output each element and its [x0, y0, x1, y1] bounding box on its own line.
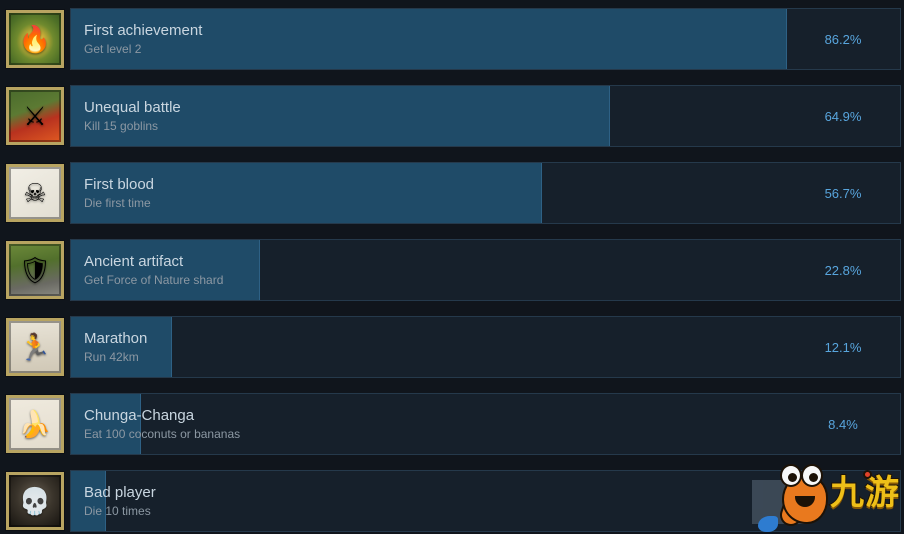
achievement-icon-cell: ☠ — [0, 154, 70, 231]
achievement-progress-fill — [71, 316, 172, 377]
achievement-percent-cell: 56.7% — [786, 163, 900, 225]
achievement-icon-glyph: 🏃 — [18, 331, 52, 362]
achievement-icon-art: 🍌 — [9, 397, 61, 450]
achievement-row[interactable]: 💀 Bad player Die 10 times — [0, 462, 904, 534]
achievement-progress-fill — [71, 162, 543, 223]
achievement-percent-cell: 64.9% — [786, 86, 900, 148]
achievement-progress-cell: Unequal battle Kill 15 goblins 64.9% — [70, 77, 904, 154]
achievement-progress-track: Unequal battle Kill 15 goblins 64.9% — [70, 84, 901, 148]
achievement-progress-fill — [71, 8, 788, 69]
achievement-row[interactable]: ⚔ Unequal battle Kill 15 goblins 64.9% — [0, 77, 904, 154]
achievement-row[interactable]: 🛡 Ancient artifact Get Force of Nature sha… — [0, 231, 904, 308]
achievement-percent-cell: 12.1% — [786, 317, 900, 379]
achievement-row[interactable]: 🔥 First achievement Get level 2 86.2% — [0, 0, 904, 77]
achievement-percent-value: 12.1% — [824, 340, 862, 355]
banana-coconut-icon: 🍌 — [6, 394, 64, 453]
achievement-percent-cell: 8.4% — [786, 394, 900, 456]
achievement-icon-art: ⚔ — [9, 89, 61, 142]
achievement-progress-fill — [71, 393, 141, 454]
crossed-bones-icon: ☠ — [6, 163, 64, 222]
achievement-icon-art: ☠ — [9, 166, 61, 219]
campfire-icon: 🔥 — [6, 9, 64, 68]
achievement-icon-cell: ⚔ — [0, 77, 70, 154]
achievement-row[interactable]: 🏃 Marathon Run 42km 12.1% — [0, 308, 904, 385]
achievement-progress-cell: Marathon Run 42km 12.1% — [70, 308, 904, 385]
achievement-progress-cell: First achievement Get level 2 86.2% — [70, 0, 904, 77]
achievement-progress-track: Ancient artifact Get Force of Nature shar… — [70, 238, 901, 302]
achievement-percent-value: 86.2% — [824, 32, 862, 47]
achievement-icon-cell: 🛡 — [0, 231, 70, 308]
achievement-row[interactable]: 🍌 Chunga-Changa Eat 100 coconuts or banana… — [0, 385, 904, 462]
achievement-progress-track: First achievement Get level 2 86.2% — [70, 7, 901, 71]
grim-reaper-icon: 💀 — [6, 471, 64, 530]
achievement-progress-cell: Chunga-Changa Eat 100 coconuts or bananas… — [70, 385, 904, 462]
achievement-progress-track: Bad player Die 10 times — [70, 469, 901, 533]
achievement-icon-glyph: 🔥 — [18, 23, 52, 54]
achievement-progress-fill — [71, 239, 261, 300]
achievement-percent-value: 64.9% — [824, 109, 862, 124]
achievement-percent-value: 56.7% — [824, 186, 862, 201]
achievement-percent-cell — [786, 471, 900, 533]
sword-battle-icon: ⚔ — [6, 86, 64, 145]
achievement-percent-cell: 22.8% — [786, 240, 900, 302]
achievement-icon-glyph: 💀 — [18, 485, 52, 516]
achievement-progress-cell: Ancient artifact Get Force of Nature shar… — [70, 231, 904, 308]
ancient-artifact-icon: 🛡 — [6, 240, 64, 299]
achievement-icon-glyph: 🍌 — [18, 408, 52, 439]
achievement-percent-value: 22.8% — [824, 263, 862, 278]
achievement-icon-glyph: 🛡 — [18, 254, 52, 285]
runner-icon: 🏃 — [6, 317, 64, 376]
achievement-percent-cell: 86.2% — [786, 9, 900, 71]
achievement-icon-cell: 🏃 — [0, 308, 70, 385]
achievement-progress-track: First blood Die first time 56.7% — [70, 161, 901, 225]
achievement-icon-art: 🔥 — [9, 12, 61, 65]
achievement-icon-cell: 🍌 — [0, 385, 70, 462]
achievement-icon-art: 🏃 — [9, 320, 61, 373]
achievement-icon-art: 🛡 — [9, 243, 61, 296]
achievement-progress-track: Chunga-Changa Eat 100 coconuts or bananas… — [70, 392, 901, 456]
achievement-percent-value: 8.4% — [828, 417, 858, 432]
achievement-icon-art: 💀 — [9, 474, 61, 527]
achievement-icon-glyph: ☠ — [23, 177, 47, 208]
achievement-row[interactable]: ☠ First blood Die first time 56.7% — [0, 154, 904, 231]
achievement-list: 🔥 First achievement Get level 2 86.2% ⚔ Unequ… — [0, 0, 904, 534]
achievement-progress-fill — [71, 85, 611, 146]
achievement-icon-glyph: ⚔ — [23, 100, 47, 131]
achievement-icon-cell: 🔥 — [0, 0, 70, 77]
achievement-progress-cell: First blood Die first time 56.7% — [70, 154, 904, 231]
achievement-progress-cell: Bad player Die 10 times — [70, 462, 904, 534]
achievement-icon-cell: 💀 — [0, 462, 70, 534]
achievement-progress-track: Marathon Run 42km 12.1% — [70, 315, 901, 379]
achievement-progress-fill — [71, 470, 106, 531]
